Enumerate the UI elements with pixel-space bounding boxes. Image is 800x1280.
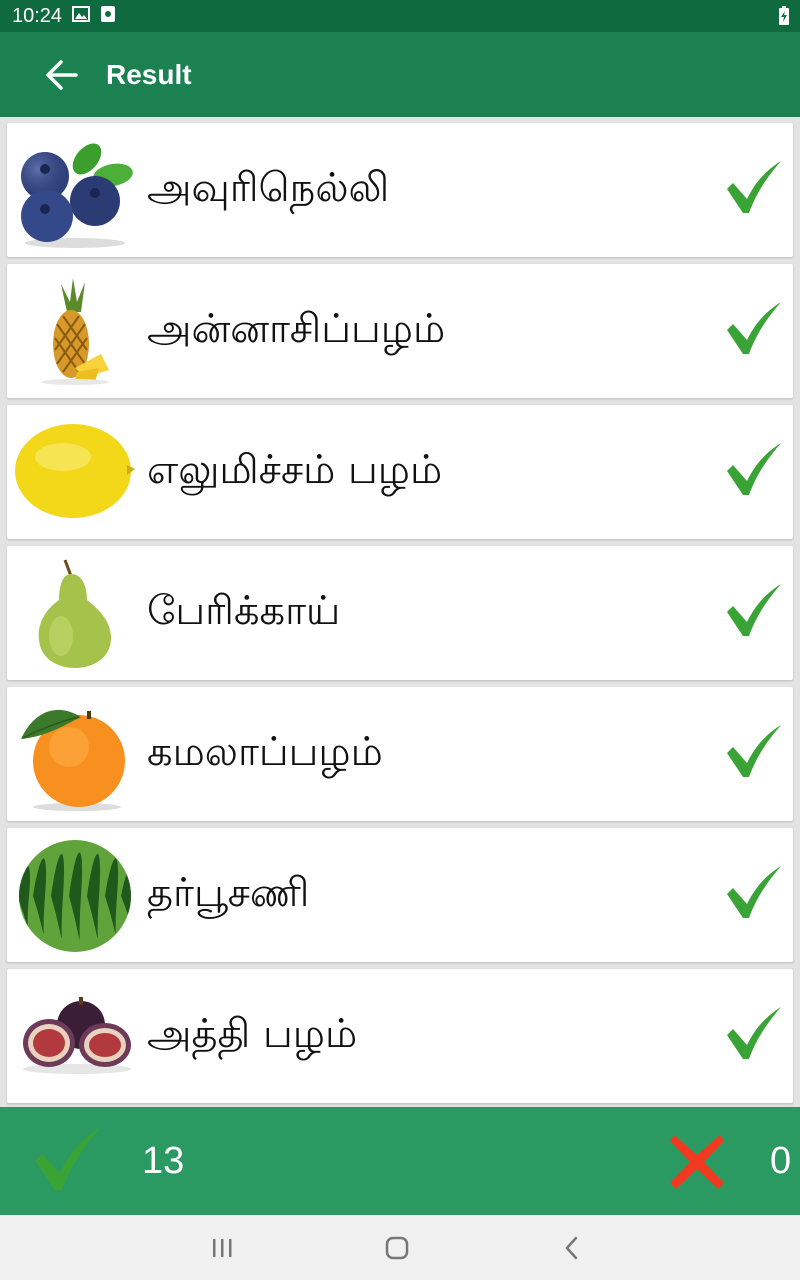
- image-icon: [72, 4, 91, 28]
- check-icon: [727, 725, 781, 777]
- correct-count: 13: [142, 1139, 185, 1182]
- orange-image: [15, 695, 135, 813]
- correct-check-icon: [35, 1127, 101, 1191]
- status-time: 10:24: [12, 4, 63, 27]
- check-icon: [727, 584, 781, 636]
- back-icon: [565, 1236, 578, 1260]
- pear-image: [15, 554, 135, 672]
- result-item-pear[interactable]: பேரிக்காய்: [7, 546, 793, 680]
- sim-icon: [100, 4, 116, 28]
- battery-charging-icon: [778, 6, 790, 31]
- result-item-fig[interactable]: அத்தி பழம்: [7, 969, 793, 1103]
- result-item-blueberries[interactable]: அவுரிநெல்லி: [7, 123, 793, 257]
- nav-back-button[interactable]: [552, 1233, 592, 1263]
- result-item-pineapple[interactable]: அன்னாசிப்பழம்: [7, 264, 793, 398]
- fruit-name: பேரிக்காய்: [147, 587, 341, 634]
- app-bar: Result: [0, 32, 800, 117]
- back-button[interactable]: [32, 45, 92, 105]
- fig-image: [15, 977, 135, 1095]
- fruit-name: அவுரிநெல்லி: [147, 164, 390, 211]
- results-list: அவுரிநெல்லி அன்னாசிப்பழம் எலுமிச்சம் பழம…: [7, 123, 793, 1110]
- navigation-bar: [0, 1215, 800, 1280]
- check-icon: [727, 443, 781, 495]
- fruit-name: அத்தி பழம்: [147, 1010, 358, 1057]
- score-bar: 13 0: [0, 1107, 800, 1215]
- fruit-name: கமலாப்பழம்: [147, 728, 383, 775]
- status-bar: 10:24: [0, 0, 800, 32]
- check-icon: [727, 1007, 781, 1059]
- lemon-image: [15, 413, 135, 531]
- result-item-orange[interactable]: கமலாப்பழம்: [7, 687, 793, 821]
- wrong-cross-icon: [670, 1135, 724, 1189]
- home-icon: [385, 1236, 409, 1260]
- fruit-name: எலுமிச்சம் பழம்: [147, 446, 443, 493]
- check-icon: [727, 161, 781, 213]
- recents-icon: [213, 1239, 232, 1257]
- result-item-lemon[interactable]: எலுமிச்சம் பழம்: [7, 405, 793, 539]
- recents-button[interactable]: [202, 1233, 242, 1263]
- watermelon-image: [15, 836, 135, 954]
- check-icon: [727, 866, 781, 918]
- check-icon: [727, 302, 781, 354]
- result-item-watermelon[interactable]: தர்பூசணி: [7, 828, 793, 962]
- page-title: Result: [106, 58, 192, 90]
- wrong-count: 0: [770, 1139, 792, 1182]
- home-button[interactable]: [377, 1233, 417, 1263]
- fruit-name: அன்னாசிப்பழம்: [147, 305, 446, 352]
- blueberries-image: [15, 131, 135, 249]
- arrow-back-icon: [46, 59, 78, 90]
- fruit-name: தர்பூசணி: [147, 869, 310, 916]
- pineapple-image: [15, 272, 135, 390]
